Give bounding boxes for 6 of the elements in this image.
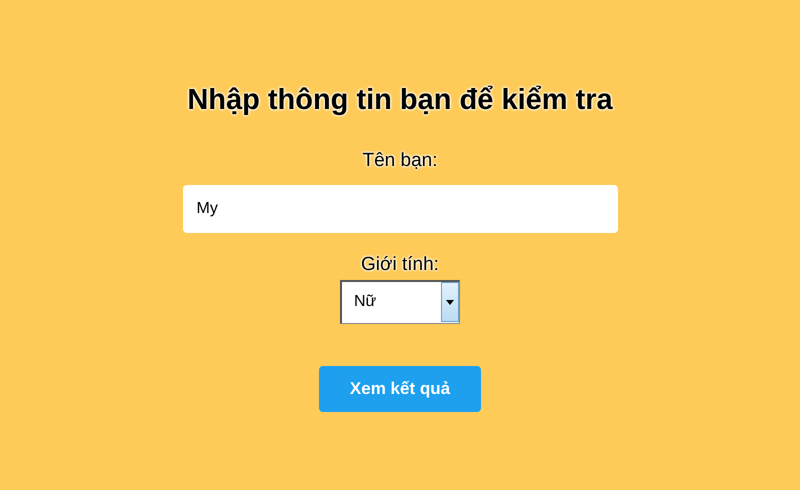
caret-icon [446, 300, 454, 304]
gender-select[interactable]: Nữ [340, 280, 460, 324]
name-label: Tên bạn: [362, 148, 438, 172]
form-title: Nhập thông tin bạn để kiểm tra [187, 83, 613, 118]
name-input-field[interactable]: My [182, 185, 618, 233]
gender-label: Giới tính: [361, 253, 439, 277]
